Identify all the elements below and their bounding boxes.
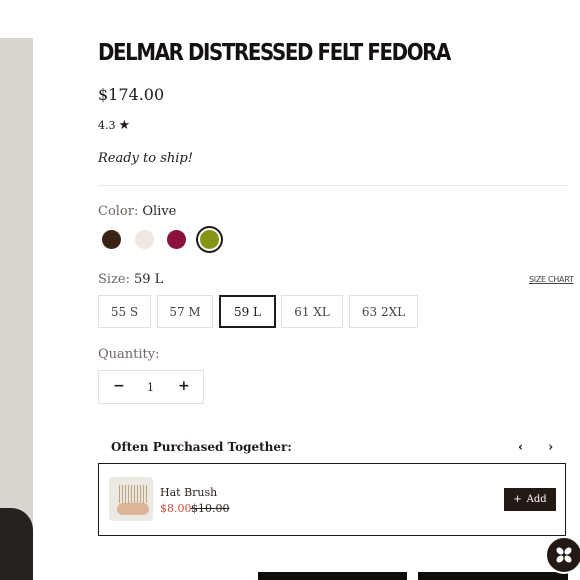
add-to-cart-button[interactable]: + Add xyxy=(504,488,556,511)
upsell-prev-button[interactable]: ‹ xyxy=(518,440,523,455)
swatch-dark-brown[interactable] xyxy=(102,230,121,249)
upsell-next-button[interactable]: › xyxy=(548,440,553,455)
divider xyxy=(98,185,568,186)
brush-bristles xyxy=(119,485,147,503)
buy-now-button[interactable] xyxy=(418,572,568,580)
chat-logo-glyph xyxy=(556,547,572,563)
upsell-title: Often Purchased Together: xyxy=(111,440,292,454)
swatch-burgundy[interactable] xyxy=(167,230,186,249)
product-photo xyxy=(0,38,33,580)
color-selected-value: Olive xyxy=(142,204,177,219)
swatch-cream[interactable] xyxy=(135,230,154,249)
size-selected-value: 59 L xyxy=(134,272,164,287)
chat-logo-icon[interactable] xyxy=(545,536,580,574)
product-price: $174.00 xyxy=(98,85,165,104)
product-title: DELMAR DISTRESSED FELT FEDORA xyxy=(98,40,451,66)
size-option-59-l[interactable]: 59 L xyxy=(219,295,276,328)
add-button-label: Add xyxy=(526,494,547,505)
upsell-card: Hat Brush $8.00 $10.00 + Add xyxy=(98,463,566,536)
hat-brush-image[interactable] xyxy=(109,477,153,521)
quantity-plus-button[interactable]: + xyxy=(178,378,190,394)
product-rating: 4.3 ★ xyxy=(98,118,130,133)
size-option-63-2xl[interactable]: 63 2XL xyxy=(349,295,418,328)
size-option-55-s[interactable]: 55 S xyxy=(98,295,151,328)
star-icon: ★ xyxy=(118,118,131,133)
quantity-stepper: − 1 + xyxy=(98,370,204,404)
quantity-minus-button[interactable]: − xyxy=(113,378,125,394)
rating-value: 4.3 xyxy=(98,119,116,132)
color-label: Color: Olive xyxy=(98,204,177,219)
availability-text: Ready to ship! xyxy=(98,151,193,166)
size-label: Size: 59 L xyxy=(98,272,164,287)
size-chart-link[interactable]: SIZE CHART xyxy=(529,275,574,284)
quantity-value[interactable]: 1 xyxy=(147,381,154,394)
swatch-olive[interactable] xyxy=(200,230,219,249)
add-to-cart-main-button[interactable] xyxy=(258,572,407,580)
brush-handle xyxy=(117,503,149,515)
upsell-sale-price: $8.00 xyxy=(160,502,192,515)
plus-icon: + xyxy=(513,494,522,505)
photo-model-shoulder xyxy=(0,508,33,580)
upsell-original-price: $10.00 xyxy=(191,502,230,515)
size-option-57-m[interactable]: 57 M xyxy=(157,295,213,328)
size-option-61-xl[interactable]: 61 XL xyxy=(281,295,343,328)
quantity-label: Quantity: xyxy=(98,347,160,362)
upsell-product-name[interactable]: Hat Brush xyxy=(160,486,217,499)
